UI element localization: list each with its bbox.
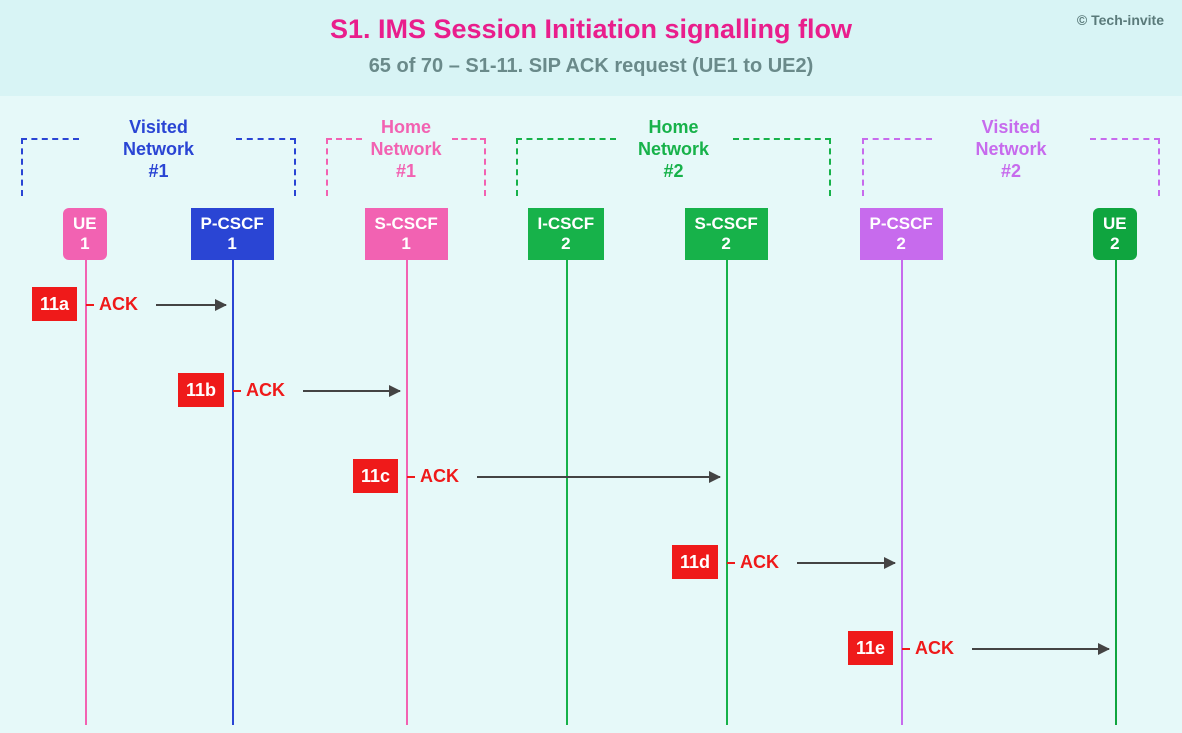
network-bracket: VisitedNetwork#1 (21, 116, 296, 196)
network-bracket: VisitedNetwork#2 (862, 116, 1160, 196)
lifeline (1115, 208, 1117, 725)
network-label-line1: Visited (982, 117, 1041, 137)
network-label-line3: #1 (148, 161, 168, 181)
network-bracket: HomeNetwork#2 (516, 116, 831, 196)
lifeline (566, 208, 568, 725)
network-label-line1: Visited (129, 117, 188, 137)
lifeline-node: S-CSCF 2 (685, 208, 768, 260)
copyright: © Tech-invite (1077, 12, 1164, 28)
network-label-line2: Network (370, 139, 441, 159)
message-label: ACK (740, 545, 779, 579)
network-label-line1: Home (381, 117, 431, 137)
network-label-line2: Network (123, 139, 194, 159)
lifeline (232, 208, 234, 725)
message-tick (86, 304, 94, 306)
lifeline-node: S-CSCF 1 (365, 208, 448, 260)
message-label: ACK (99, 287, 138, 321)
network-label-line2: Network (975, 139, 1046, 159)
message-tick (902, 648, 910, 650)
lifeline-node: P-CSCF 2 (860, 208, 943, 260)
lifeline-node: I-CSCF 2 (528, 208, 605, 260)
network-label-line1: Home (648, 117, 698, 137)
message-label: ACK (420, 459, 459, 493)
message-id: 11a (32, 287, 77, 321)
lifeline-node: P-CSCF 1 (191, 208, 274, 260)
lifeline (726, 208, 728, 725)
arrow-right-icon (972, 648, 1109, 650)
arrow-right-icon (477, 476, 720, 478)
message-label: ACK (246, 373, 285, 407)
message-id: 11e (848, 631, 893, 665)
message-id: 11b (178, 373, 224, 407)
network-label-line3: #2 (1001, 161, 1021, 181)
message-tick (727, 562, 735, 564)
message-id: 11d (672, 545, 718, 579)
message-tick (407, 476, 415, 478)
arrow-right-icon (303, 390, 400, 392)
network-bracket: HomeNetwork#1 (326, 116, 486, 196)
lifeline-node: UE 1 (63, 208, 107, 260)
lifeline (85, 208, 87, 725)
lifeline (406, 208, 408, 725)
arrow-right-icon (156, 304, 226, 306)
message-tick (233, 390, 241, 392)
lifeline-node: UE 2 (1093, 208, 1137, 260)
header: S1. IMS Session Initiation signalling fl… (0, 0, 1182, 96)
network-label-line3: #2 (663, 161, 683, 181)
diagram-frame: S1. IMS Session Initiation signalling fl… (0, 0, 1182, 733)
sequence-diagram: VisitedNetwork#1HomeNetwork#1HomeNetwork… (0, 96, 1182, 733)
page-title: S1. IMS Session Initiation signalling fl… (0, 0, 1182, 45)
page-subtitle: 65 of 70 – S1-11. SIP ACK request (UE1 t… (0, 45, 1182, 78)
message-label: ACK (915, 631, 954, 665)
network-label-line3: #1 (396, 161, 416, 181)
network-label-line2: Network (638, 139, 709, 159)
arrow-right-icon (797, 562, 895, 564)
message-id: 11c (353, 459, 398, 493)
